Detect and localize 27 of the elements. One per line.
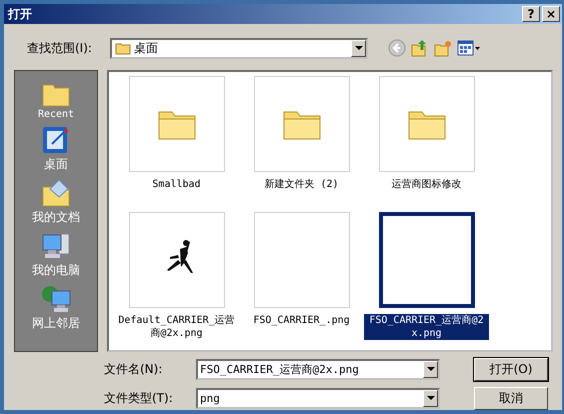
look-in-dropdown[interactable]: 桌面: [110, 38, 368, 58]
file-name-label: 文件名(N):: [104, 361, 164, 378]
close-button[interactable]: ×: [542, 6, 560, 22]
look-in-label: 查找范围(I):: [27, 40, 93, 56]
file-item[interactable]: Smallbad: [114, 76, 239, 212]
file-item[interactable]: Default_CARRIER_运营商@2x.png: [114, 212, 239, 348]
file-type-dropdown[interactable]: png: [196, 388, 440, 409]
file-item[interactable]: FSO_CARRIER_运营商@2x.png: [364, 212, 489, 348]
file-item[interactable]: 运营商图标修改: [364, 76, 489, 212]
help-button[interactable]: ?: [522, 6, 540, 22]
folder-icon: [115, 41, 131, 55]
places-item[interactable]: Recent: [38, 77, 74, 120]
view-menu-icon[interactable]: [457, 39, 481, 57]
places-item[interactable]: 桌面: [40, 124, 72, 173]
file-name-field[interactable]: FSO_CARRIER_运营商@2x.png: [196, 359, 440, 380]
network-icon: [40, 283, 72, 315]
places-item[interactable]: 我的电脑: [32, 230, 80, 279]
back-icon[interactable]: [388, 39, 406, 57]
file-type-label: 文件类型(T):: [104, 390, 174, 407]
documents-folder-icon: [40, 177, 72, 209]
cancel-button[interactable]: 取消: [474, 387, 548, 410]
file-item[interactable]: FSO_CARRIER_.png: [239, 212, 364, 348]
places-item[interactable]: 我的文档: [32, 177, 80, 226]
window-title: 打开: [8, 6, 32, 22]
open-button[interactable]: 打开(O): [474, 358, 548, 381]
file-item[interactable]: 新建文件夹 (2): [239, 76, 364, 212]
places-item[interactable]: 网上邻居: [32, 283, 80, 332]
